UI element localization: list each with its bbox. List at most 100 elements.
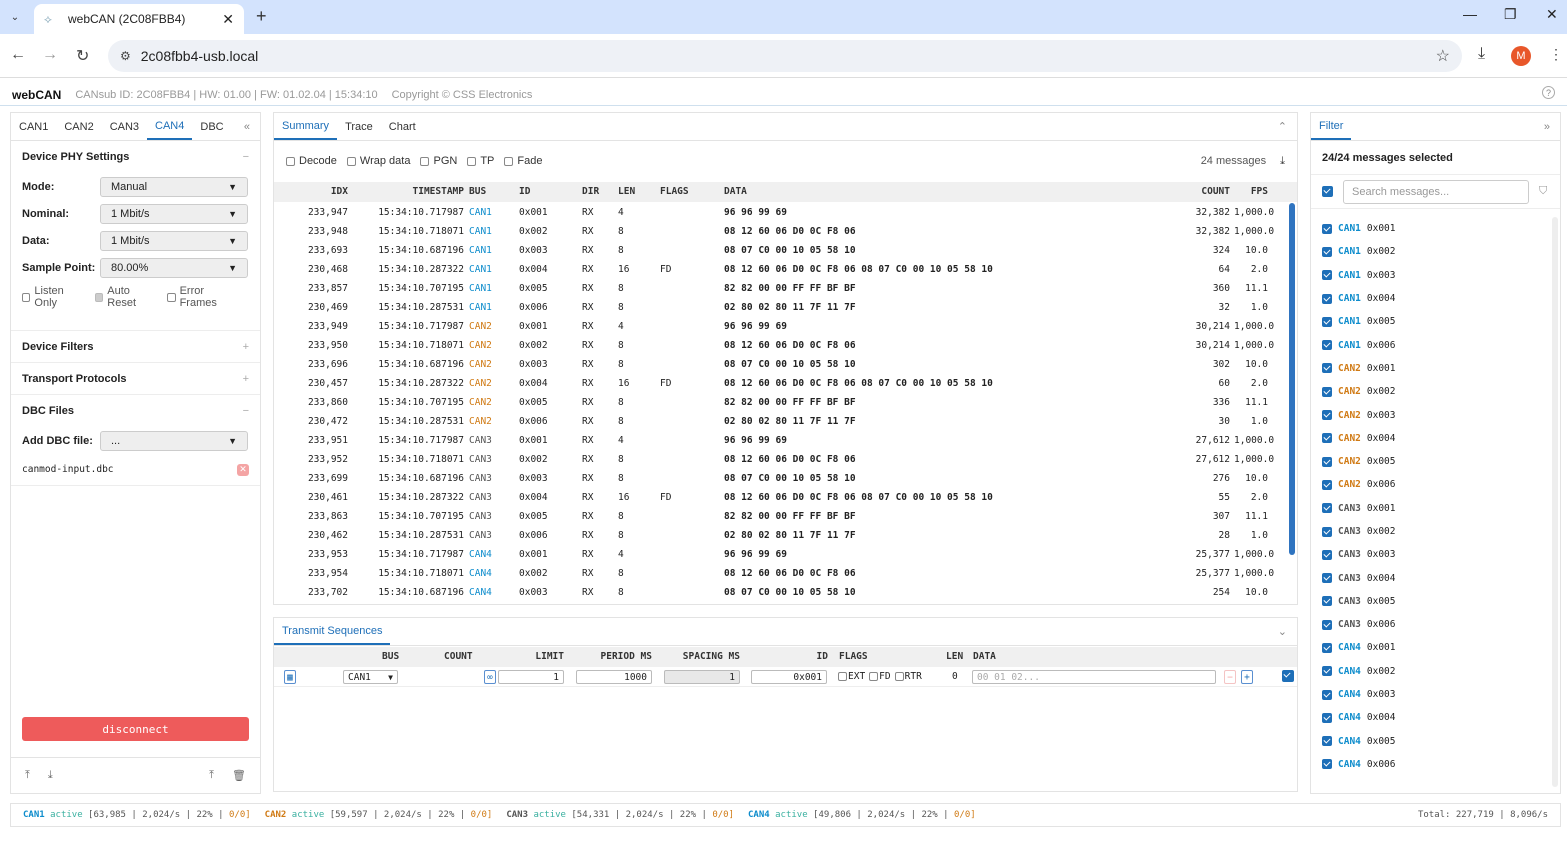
col-len[interactable]: LEN <box>618 186 635 197</box>
help-icon[interactable]: ? <box>1542 86 1555 99</box>
back-icon[interactable]: ← <box>10 46 26 64</box>
auto-reset-checkbox[interactable]: Auto Reset <box>94 285 157 309</box>
bookmark-star-icon[interactable]: ☆ <box>1436 46 1450 66</box>
avatar[interactable]: M <box>1511 46 1531 66</box>
transport-header[interactable]: Transport Protocols + <box>11 363 260 395</box>
tx-enable-checkbox[interactable] <box>1282 670 1298 685</box>
address-bar[interactable]: ⚙ 2c08fbb4-usb.local ☆ <box>108 40 1462 72</box>
menu-kebab-icon[interactable]: ⋮ <box>1549 46 1563 63</box>
checkbox-icon[interactable] <box>1322 666 1332 677</box>
disconnect-button[interactable]: disconnect <box>22 717 249 741</box>
tab-search-chevron-icon[interactable]: ⌄ <box>4 6 26 28</box>
tab-filter[interactable]: Filter <box>1311 113 1352 140</box>
filter-item[interactable]: CAN4 0x006 <box>1311 753 1551 776</box>
tp-checkbox[interactable]: TP <box>467 155 494 167</box>
data-select[interactable]: 1 Mbit/s ▼ <box>100 230 248 251</box>
trash-icon[interactable]: 🗑 <box>232 769 246 782</box>
checkbox-icon[interactable] <box>1322 316 1332 327</box>
table-scrollbar[interactable] <box>1289 203 1295 555</box>
table-row[interactable]: 233,857 15:34:10.707195 CAN1 0x005 RX 8 82 82 … <box>274 279 1286 298</box>
col-idx[interactable]: IDX <box>304 186 348 197</box>
reload-icon[interactable]: ↻ <box>76 46 89 66</box>
filter-item[interactable]: CAN2 0x004 <box>1311 427 1551 450</box>
table-row[interactable]: 233,860 15:34:10.707195 CAN2 0x005 RX 8 82 82 … <box>274 393 1286 412</box>
collapse-up-icon[interactable]: ⌃ <box>1278 113 1287 140</box>
add-dbc-select[interactable]: ... ▼ <box>100 430 248 451</box>
collapse-icon[interactable]: − <box>243 405 249 417</box>
col-fps[interactable]: FPS <box>1234 186 1268 197</box>
table-row[interactable]: 230,462 15:34:10.287531 CAN3 0x006 RX 8 02 80 … <box>274 526 1286 545</box>
infinity-icon[interactable]: ∞ <box>484 670 496 684</box>
checkbox-icon[interactable] <box>1322 433 1332 444</box>
tx-period-input[interactable]: 1000 <box>576 670 652 684</box>
mode-select[interactable]: Manual ▼ <box>100 176 248 197</box>
tab-summary[interactable]: Summary <box>274 113 338 140</box>
tab-trace[interactable]: Trace <box>337 113 381 140</box>
checkbox-icon[interactable] <box>1322 689 1332 700</box>
select-all-checkbox[interactable] <box>1322 186 1333 197</box>
remove-row-icon[interactable]: − <box>1224 670 1236 684</box>
checkbox-icon[interactable] <box>1322 270 1332 281</box>
close-tab-icon[interactable]: ✕ <box>222 11 234 28</box>
filter-item[interactable]: CAN2 0x003 <box>1311 403 1551 426</box>
filter-item[interactable]: CAN4 0x001 <box>1311 636 1551 659</box>
table-row[interactable]: 233,699 15:34:10.687196 CAN3 0x003 RX 8 08 07 … <box>274 469 1286 488</box>
filter-item[interactable]: CAN1 0x003 <box>1311 264 1551 287</box>
wrap-data-checkbox[interactable]: Wrap data <box>346 155 410 167</box>
filter-item[interactable]: CAN1 0x002 <box>1311 240 1551 263</box>
nominal-select[interactable]: 1 Mbit/s ▼ <box>100 203 248 224</box>
table-row[interactable]: 230,468 15:34:10.287322 CAN1 0x004 RX 16 FD 08 … <box>274 260 1286 279</box>
tx-bus-select[interactable]: CAN1 ▼ <box>343 670 398 684</box>
table-row[interactable]: 230,461 15:34:10.287322 CAN3 0x004 RX 16 FD 08 … <box>274 488 1286 507</box>
filter-item[interactable]: CAN1 0x006 <box>1311 333 1551 356</box>
checkbox-icon[interactable] <box>1322 642 1332 653</box>
tx-id-input[interactable]: 0x001 <box>751 670 827 684</box>
checkbox-icon[interactable] <box>1322 410 1332 421</box>
filter-item[interactable]: CAN3 0x006 <box>1311 613 1551 636</box>
upload-icon[interactable]: ⤒ <box>209 769 214 782</box>
col-count[interactable]: COUNT <box>1174 186 1230 197</box>
download-icon[interactable]: ⤓ <box>1478 45 1485 63</box>
dbc-files-header[interactable]: DBC Files − <box>11 395 260 427</box>
error-frames-checkbox[interactable]: Error Frames <box>167 285 239 309</box>
tx-data-input[interactable]: 00 01 02... <box>972 670 1216 684</box>
checkbox-icon[interactable] <box>1322 549 1332 560</box>
scroll-top-icon[interactable]: ⤒ <box>25 769 30 782</box>
table-row[interactable]: 233,954 15:34:10.718071 CAN4 0x002 RX 8 08 12 … <box>274 564 1286 583</box>
collapse-down-icon[interactable]: ⌄ <box>1278 618 1287 645</box>
checkbox-icon[interactable] <box>1322 526 1332 537</box>
filter-item[interactable]: CAN2 0x005 <box>1311 450 1551 473</box>
table-row[interactable]: 230,469 15:34:10.287531 CAN1 0x006 RX 8 02 80 … <box>274 298 1286 317</box>
checkbox-icon[interactable] <box>1322 386 1332 397</box>
table-row[interactable]: 230,457 15:34:10.287322 CAN2 0x004 RX 16 FD 08 … <box>274 374 1286 393</box>
filter-item[interactable]: CAN4 0x004 <box>1311 706 1551 729</box>
add-row-icon[interactable]: + <box>1241 670 1253 684</box>
rtr-checkbox[interactable]: RTR <box>894 671 922 682</box>
filter-item[interactable]: CAN3 0x004 <box>1311 566 1551 589</box>
tab-dbc[interactable]: DBC <box>192 113 231 140</box>
listen-only-checkbox[interactable]: Listen Only <box>22 285 85 309</box>
tab-chart[interactable]: Chart <box>381 113 424 140</box>
table-row[interactable]: 230,472 15:34:10.287531 CAN2 0x006 RX 8 02 80 … <box>274 412 1286 431</box>
collapse-icon[interactable]: − <box>243 151 249 163</box>
expand-icon[interactable]: + <box>243 341 249 353</box>
table-row[interactable]: 233,863 15:34:10.707195 CAN3 0x005 RX 8 82 82 … <box>274 507 1286 526</box>
checkbox-icon[interactable] <box>1322 479 1332 490</box>
filter-item[interactable]: CAN1 0x005 <box>1311 310 1551 333</box>
phy-settings-header[interactable]: Device PHY Settings − <box>11 141 260 173</box>
col-data[interactable]: DATA <box>724 186 747 197</box>
table-row[interactable]: 233,951 15:34:10.717987 CAN3 0x001 RX 4 96 96 … <box>274 431 1286 450</box>
checkbox-icon[interactable] <box>1322 736 1332 747</box>
filter-item[interactable]: CAN4 0x005 <box>1311 730 1551 753</box>
checkbox-icon[interactable] <box>1322 246 1332 257</box>
checkbox-icon[interactable] <box>1322 363 1332 374</box>
table-row[interactable]: 233,702 15:34:10.687196 CAN4 0x003 RX 8 08 07 … <box>274 583 1286 602</box>
table-row[interactable]: 233,953 15:34:10.717987 CAN4 0x001 RX 4 96 96 … <box>274 545 1286 564</box>
fade-checkbox[interactable]: Fade <box>504 155 542 167</box>
table-row[interactable]: 233,693 15:34:10.687196 CAN1 0x003 RX 8 08 07 … <box>274 241 1286 260</box>
forward-icon[interactable]: → <box>42 46 58 64</box>
checkbox-icon[interactable] <box>1322 759 1332 770</box>
sample-select[interactable]: 80.00% ▼ <box>100 257 248 278</box>
col-flags[interactable]: FLAGS <box>660 186 689 197</box>
decode-checkbox[interactable]: Decode <box>286 155 337 167</box>
